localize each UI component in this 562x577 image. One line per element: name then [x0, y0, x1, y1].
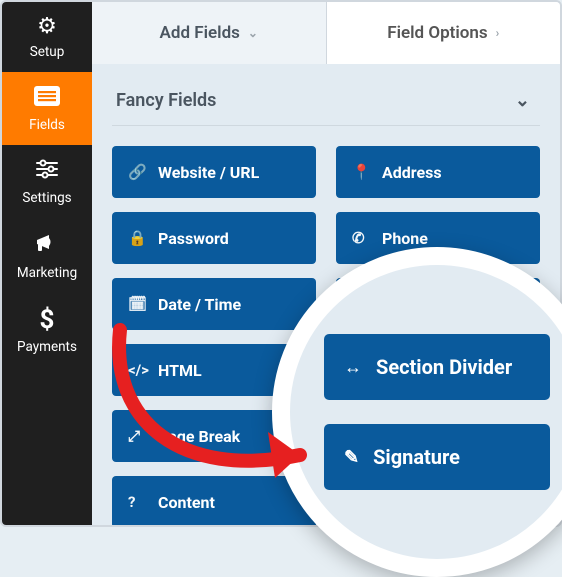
sidebar-item-setup[interactable]: ⚙ Setup — [2, 2, 92, 72]
chip-label: HTML — [158, 361, 202, 380]
sidebar-label: Setup — [30, 44, 65, 60]
chip-label: Date / Time — [158, 295, 241, 314]
lock-icon: 🔒 — [128, 229, 146, 247]
tab-label: Add Fields — [160, 23, 240, 43]
panel-header[interactable]: Fancy Fields ⌄ — [112, 80, 540, 126]
chevron-right-icon: › — [496, 26, 500, 40]
list-icon — [34, 86, 60, 111]
sidebar-label: Payments — [17, 339, 77, 355]
field-date-time[interactable]: 🗓 Date / Time — [112, 278, 316, 330]
chip-label: Password — [158, 229, 229, 248]
chip-label: Website / URL — [158, 163, 259, 182]
gear-icon: ⚙ — [37, 16, 57, 38]
chevron-down-icon: ⌄ — [515, 90, 530, 111]
sidebar: ⚙ Setup Fields Settings Marketing — [2, 2, 92, 525]
field-content[interactable]: ? Content — [112, 476, 316, 525]
divider-icon: ↔ — [344, 357, 362, 378]
calendar-icon: 🗓 — [128, 295, 146, 313]
zoom-field-signature[interactable]: ✎ Signature — [324, 424, 550, 490]
chip-label: Signature — [373, 445, 460, 469]
sliders-icon — [35, 159, 59, 184]
panel-title: Fancy Fields — [116, 90, 216, 111]
pencil-icon: ✎ — [344, 447, 359, 468]
zoom-field-section-divider[interactable]: ↔ Section Divider — [324, 334, 550, 400]
page-break-icon: ⤢ — [128, 427, 146, 445]
sidebar-item-payments[interactable]: $ Payments — [2, 293, 92, 367]
pin-icon: 📍 — [352, 163, 370, 181]
chip-label: Content — [158, 493, 215, 512]
chip-label: Address — [382, 163, 442, 182]
chip-label: Section Divider — [376, 355, 512, 379]
phone-icon: ✆ — [352, 229, 370, 247]
dollar-icon: $ — [40, 307, 55, 333]
chip-label: Page Break — [158, 427, 240, 446]
chip-label: Phone — [382, 229, 428, 248]
bullhorn-icon — [35, 232, 59, 259]
field-password[interactable]: 🔒 Password — [112, 212, 316, 264]
sidebar-label: Marketing — [17, 265, 77, 281]
code-icon: </> — [128, 361, 146, 379]
link-icon: 🔗 — [128, 163, 146, 181]
sidebar-item-marketing[interactable]: Marketing — [2, 218, 92, 293]
tab-field-options[interactable]: Field Options › — [327, 2, 561, 64]
topbar: Add Fields ⌄ Field Options › — [92, 2, 560, 64]
sidebar-label: Settings — [22, 190, 71, 206]
chevron-down-icon: ⌄ — [248, 26, 258, 40]
help-icon: ? — [128, 493, 146, 511]
sidebar-label: Fields — [29, 117, 65, 133]
sidebar-item-settings[interactable]: Settings — [2, 145, 92, 218]
field-website-url[interactable]: 🔗 Website / URL — [112, 146, 316, 198]
tab-add-fields[interactable]: Add Fields ⌄ — [92, 2, 327, 64]
tab-label: Field Options — [387, 23, 487, 43]
field-address[interactable]: 📍 Address — [336, 146, 540, 198]
sidebar-item-fields[interactable]: Fields — [2, 72, 92, 145]
